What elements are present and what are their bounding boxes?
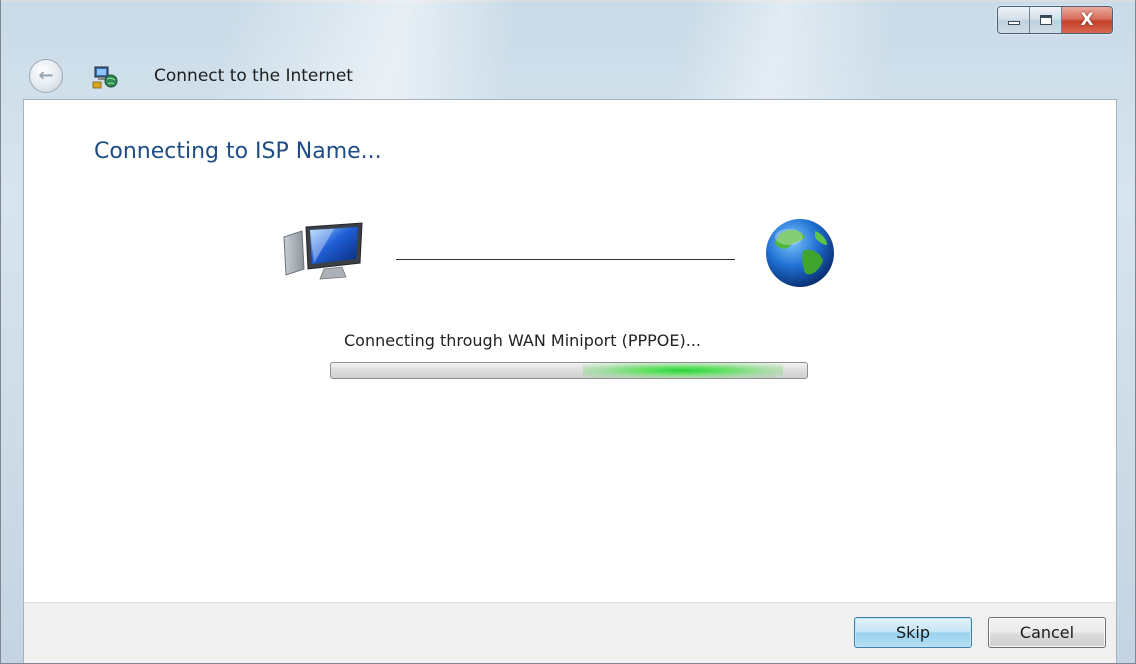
computer-icon [283,222,363,280]
content-panel: Connecting to ISP Name... Connecting thr… [23,99,1117,602]
connection-status-text: Connecting through WAN Miniport (PPPOE).… [344,331,701,350]
minimize-icon [1007,21,1020,25]
window-top-edge [1,0,1135,2]
back-arrow-icon: ← [38,65,54,86]
back-button[interactable]: ← [29,59,63,93]
connection-progress-bar [330,362,808,379]
dialog-window: X ← Connect to the Internet Connecting t… [0,0,1136,664]
progress-indicator [583,363,784,378]
globe-icon [766,219,834,287]
dialog-footer: Skip Cancel [23,602,1117,663]
close-button[interactable]: X [1062,7,1112,33]
connection-line [396,259,735,260]
page-heading: Connecting to ISP Name... [94,139,382,164]
caption-buttons: X [997,6,1113,34]
skip-button[interactable]: Skip [854,617,972,648]
window-title: Connect to the Internet [154,66,353,86]
minimize-button[interactable] [998,7,1030,33]
cancel-button[interactable]: Cancel [988,617,1106,648]
maximize-button[interactable] [1030,7,1062,33]
network-connection-icon [92,66,118,89]
close-icon: X [1080,10,1094,30]
maximize-icon [1039,15,1052,25]
